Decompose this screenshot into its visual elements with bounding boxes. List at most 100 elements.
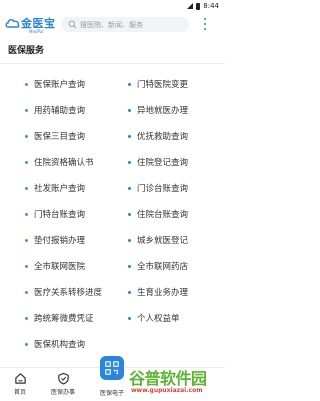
service-label: 医保机构查询 (34, 340, 86, 350)
service-label: 城乡就医登记 (137, 236, 189, 246)
home-icon (14, 373, 26, 384)
qrcode-button[interactable] (100, 356, 124, 380)
service-label: 门特医院变更 (137, 80, 189, 90)
service-row: 门特台账查询 住院台账查询 (0, 201, 225, 227)
service-row: 医保账户查询 门特医院变更 (0, 71, 225, 97)
service-row: 社发账户查询 门诊台账查询 (0, 175, 225, 201)
bullet-dot-icon (25, 316, 28, 320)
status-bar: 8:44 (0, 0, 225, 12)
tab-label: 医保办事 (50, 389, 75, 396)
bullet-dot-icon (128, 134, 131, 138)
search-icon (68, 20, 77, 29)
service-label: 用药辅助查询 (34, 106, 86, 116)
service-row: 全市联网医院 全市联网药店 (0, 253, 225, 279)
service-grid: 医保账户查询 门特医院变更用药辅助查询 异地就医办理医保三目查询 优抚救助查询住院资格… (0, 71, 225, 357)
tab-label: 医保电子 (99, 390, 124, 397)
bullet-dot-icon (128, 186, 131, 190)
service-label: 个人权益单 (137, 314, 180, 324)
service-label: 住院资格确认书 (34, 158, 94, 168)
service-label: 全市联网医院 (34, 262, 86, 272)
service-item[interactable]: 门特台账查询 (25, 201, 85, 227)
service-row: 垫付报销办理 城乡就医登记 (0, 227, 225, 253)
service-row: 用药辅助查询 异地就医办理 (0, 97, 225, 123)
search-input[interactable] (80, 20, 180, 29)
bullet-dot-icon (25, 238, 28, 242)
service-item[interactable]: 全市联网药店 (128, 253, 188, 279)
service-item[interactable]: 城乡就医登记 (128, 227, 188, 253)
bullet-dot-icon (128, 160, 131, 164)
service-item[interactable]: 医疗关系转移进度 (25, 279, 102, 305)
watermark-url: www.gupuxiazai.com (131, 387, 203, 394)
bullet-dot-icon (25, 186, 28, 190)
service-item[interactable]: 生育业务办理 (128, 279, 188, 305)
service-item[interactable]: 门特医院变更 (128, 71, 188, 97)
service-label: 住院台账查询 (137, 210, 189, 220)
signal-icon (187, 3, 194, 9)
qrcode-icon (105, 361, 119, 375)
tab-home[interactable]: 首页 (2, 372, 38, 396)
service-row: 住院资格确认书 住院登记查询 (0, 149, 225, 175)
bullet-dot-icon (25, 134, 28, 138)
cloud-logo-icon (5, 19, 20, 28)
service-label: 门诊台账查询 (137, 184, 189, 194)
shield-icon (57, 372, 69, 385)
service-row: 跨统筹微费凭证 个人权益单 (0, 305, 225, 331)
service-label: 生育业务办理 (137, 288, 189, 298)
service-label: 异地就医办理 (137, 106, 189, 116)
divider (0, 63, 225, 64)
section-title: 医保服务 (8, 46, 45, 56)
bullet-dot-icon (128, 82, 131, 86)
tab-e-card[interactable]: 医保电子 (94, 386, 130, 397)
brand-subtitle: MedPal (29, 29, 44, 34)
search-bar[interactable] (61, 17, 189, 32)
service-item[interactable]: 医保三目查询 (25, 123, 85, 149)
service-label: 优抚救助查询 (137, 132, 189, 142)
service-item[interactable]: 优抚救助查询 (128, 123, 188, 149)
bullet-dot-icon (128, 212, 131, 216)
service-item[interactable]: 住院资格确认书 (25, 149, 94, 175)
service-label: 医保账户查询 (34, 80, 86, 90)
service-label: 医疗关系转移进度 (34, 288, 103, 298)
service-item[interactable]: 用药辅助查询 (25, 97, 85, 123)
service-item[interactable]: 社发账户查询 (25, 175, 85, 201)
service-item[interactable]: 住院登记查询 (128, 149, 188, 175)
service-item[interactable]: 医保账户查询 (25, 71, 85, 97)
battery-icon (196, 2, 201, 10)
bullet-dot-icon (25, 342, 28, 346)
bullet-dot-icon (128, 264, 131, 268)
bullet-dot-icon (128, 290, 131, 294)
service-item[interactable]: 医保机构查询 (25, 331, 85, 357)
service-row: 医保三目查询 优抚救助查询 (0, 123, 225, 149)
tab-medical-affairs[interactable]: 医保办事 (45, 372, 81, 396)
service-item[interactable]: 异地就医办理 (128, 97, 188, 123)
bullet-dot-icon (25, 160, 28, 164)
bullet-dot-icon (25, 212, 28, 216)
app-logo[interactable]: 金医宝 MedPal (5, 15, 60, 35)
service-item[interactable]: 垫付报销办理 (25, 227, 85, 253)
service-label: 住院登记查询 (137, 158, 189, 168)
service-label: 全市联网药店 (137, 262, 189, 272)
service-label: 医保三目查询 (34, 132, 86, 142)
service-row: 医疗关系转移进度 生育业务办理 (0, 279, 225, 305)
watermark-text: 谷普软件园 (129, 369, 207, 388)
app-header: 金医宝 MedPal (0, 12, 225, 36)
service-item[interactable]: 个人权益单 (128, 305, 180, 331)
service-label: 跨统筹微费凭证 (34, 314, 94, 324)
bullet-dot-icon (25, 264, 28, 268)
service-item[interactable]: 跨统筹微费凭证 (25, 305, 94, 331)
bullet-dot-icon (128, 316, 131, 320)
service-label: 社发账户查询 (34, 184, 86, 194)
watermark: 谷普软件园 www.gupuxiazai.com (129, 365, 225, 400)
tab-label: 首页 (13, 389, 26, 396)
bullet-dot-icon (128, 238, 131, 242)
service-label: 垫付报销办理 (34, 236, 86, 246)
more-menu-icon[interactable] (200, 18, 210, 30)
bullet-dot-icon (25, 290, 28, 294)
service-item[interactable]: 全市联网医院 (25, 253, 85, 279)
service-item[interactable]: 门诊台账查询 (128, 175, 188, 201)
status-time: 8:44 (203, 2, 219, 10)
bullet-dot-icon (25, 82, 28, 86)
bullet-dot-icon (25, 108, 28, 112)
service-label: 门特台账查询 (34, 210, 86, 220)
service-item[interactable]: 住院台账查询 (128, 201, 188, 227)
